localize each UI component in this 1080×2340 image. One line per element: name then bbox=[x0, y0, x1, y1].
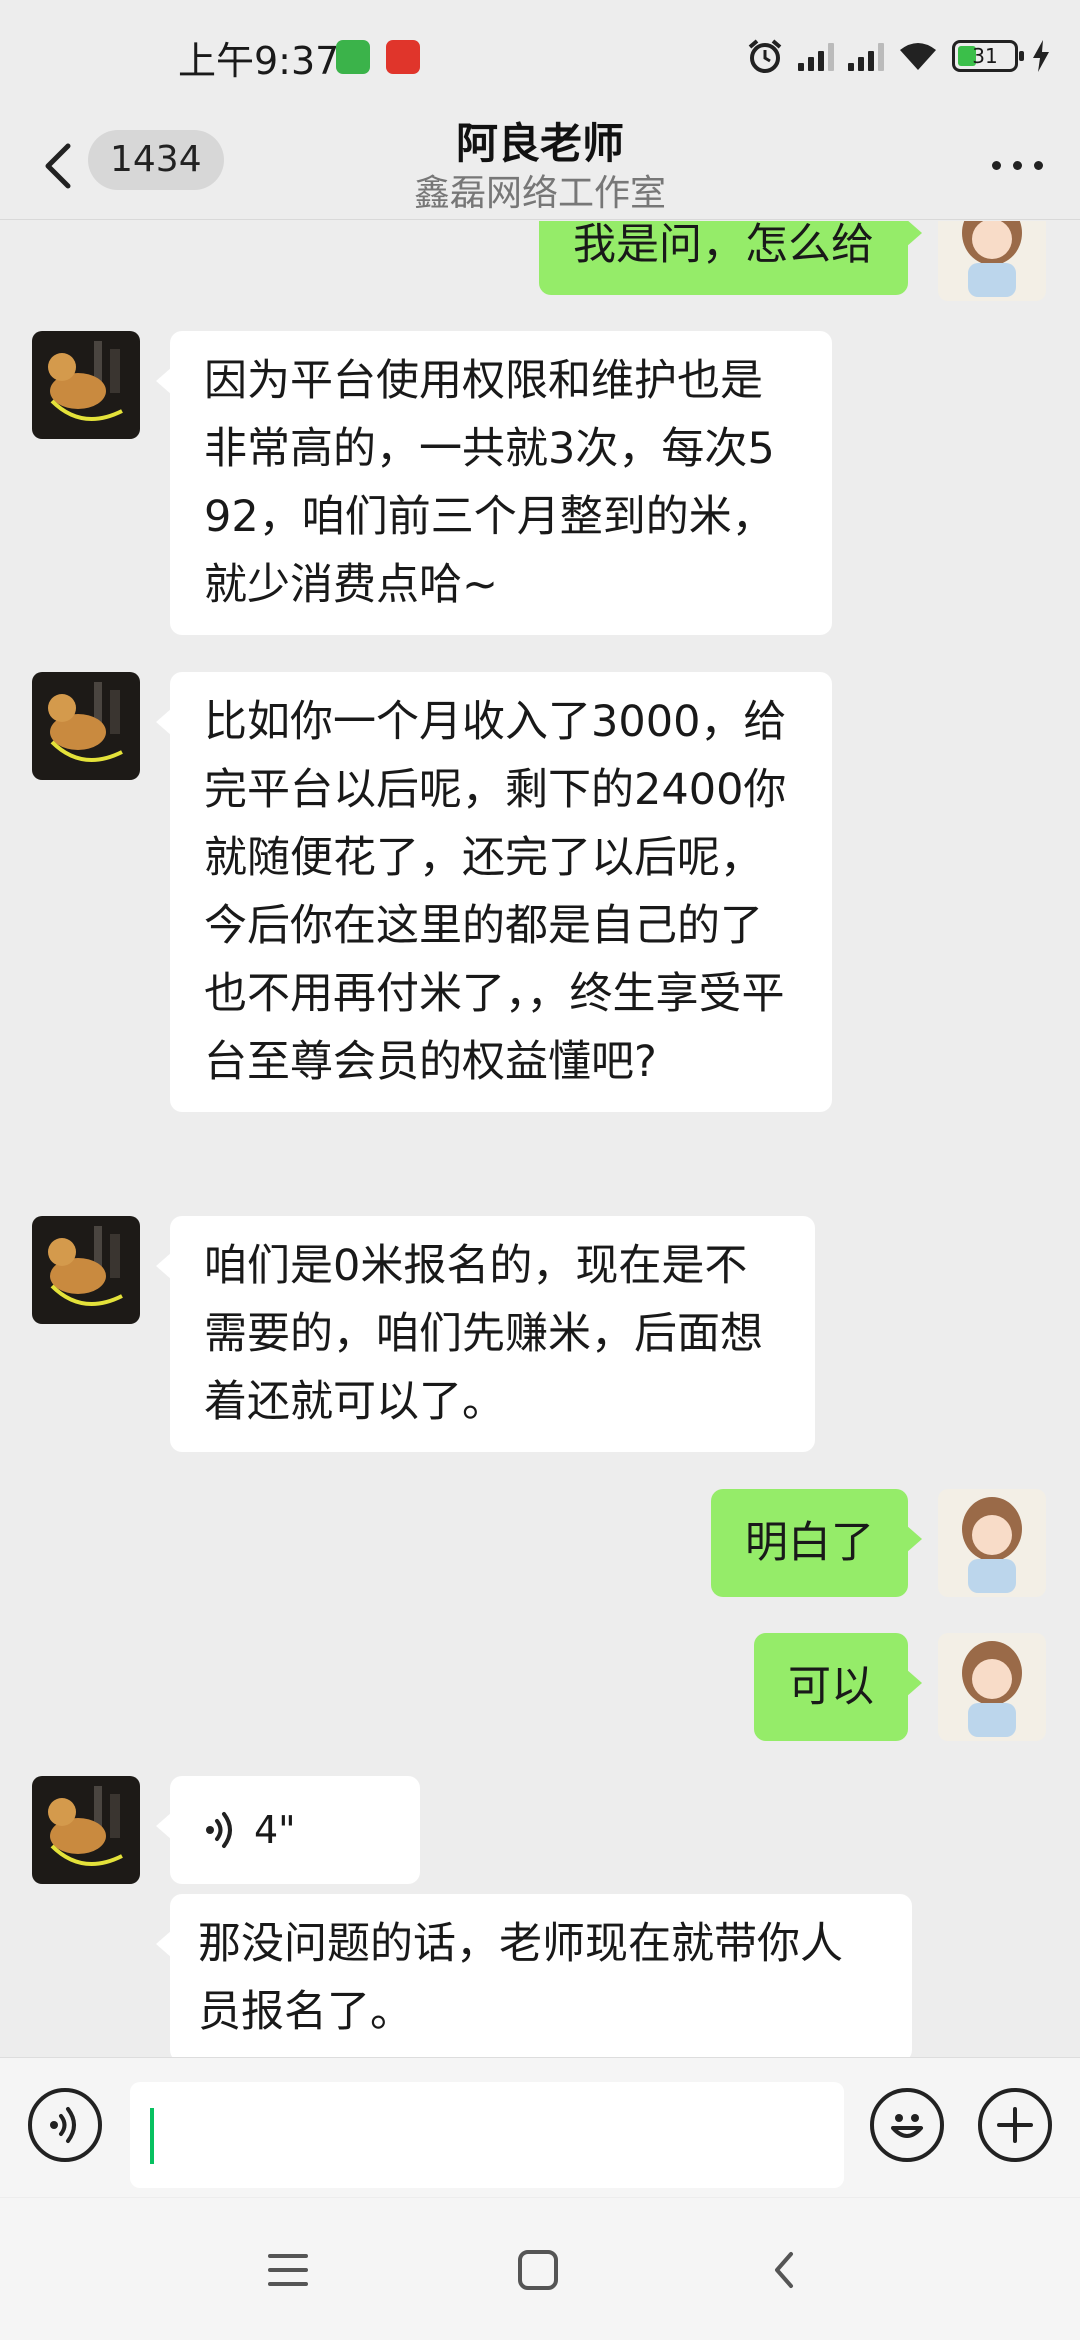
text-caret bbox=[150, 2108, 154, 2164]
contact-avatar[interactable] bbox=[32, 1216, 140, 1324]
voice-duration: 4" bbox=[254, 1808, 296, 1852]
app-notification-icon bbox=[336, 40, 370, 74]
message-list[interactable]: 我是问，怎么给 因为平台使用权限和维护也是非常高的，一共就3次，每次592，咱们… bbox=[0, 221, 1080, 2057]
contact-avatar[interactable] bbox=[32, 672, 140, 780]
message-bubble-incoming[interactable]: 咱们是0米报名的，现在是不需要的，咱们先赚米，后面想着还就可以了。 bbox=[156, 1216, 815, 1452]
contact-avatar[interactable] bbox=[32, 1776, 140, 1884]
message-bubble-outgoing[interactable]: 明白了 bbox=[711, 1489, 922, 1597]
status-icons: 31 bbox=[746, 34, 1050, 78]
back-icon bbox=[775, 2252, 793, 2288]
voice-message-bubble[interactable]: 4" bbox=[156, 1776, 420, 1884]
message-bubble-outgoing[interactable]: 我是问，怎么给 bbox=[539, 221, 922, 295]
input-bar bbox=[0, 2057, 1080, 2197]
voice-icon bbox=[50, 2107, 76, 2143]
charging-icon bbox=[1033, 40, 1049, 72]
more-options-button[interactable] bbox=[982, 140, 1052, 190]
chat-header: 1434 阿良老师 鑫磊网络工作室 bbox=[0, 110, 1080, 220]
signal-icon bbox=[848, 41, 884, 71]
my-avatar[interactable] bbox=[938, 221, 1046, 301]
emoji-button[interactable] bbox=[870, 2088, 944, 2162]
message-bubble-incoming[interactable]: 因为平台使用权限和维护也是非常高的，一共就3次，每次592，咱们前三个月整到的米… bbox=[156, 331, 832, 635]
system-back-button[interactable] bbox=[754, 2240, 814, 2300]
system-navigation-bar bbox=[0, 2198, 1080, 2340]
plus-icon bbox=[997, 2107, 1033, 2143]
chat-subtitle: 鑫磊网络工作室 bbox=[413, 173, 666, 214]
contact-avatar[interactable] bbox=[32, 331, 140, 439]
home-icon bbox=[518, 2250, 558, 2290]
recent-apps-button[interactable] bbox=[258, 2240, 318, 2300]
voice-wave-icon bbox=[206, 1812, 232, 1848]
alarm-icon bbox=[748, 39, 782, 73]
my-avatar[interactable] bbox=[938, 1489, 1046, 1597]
status-time: 上午9:37 bbox=[178, 39, 340, 83]
emoji-icon bbox=[891, 2114, 923, 2138]
signal-icon bbox=[798, 41, 834, 71]
message-input[interactable] bbox=[130, 2082, 844, 2188]
status-bar: 上午9:37 31 bbox=[0, 0, 1080, 110]
message-bubble-outgoing[interactable]: 可以 bbox=[754, 1633, 922, 1741]
message-bubble-incoming[interactable]: 比如你一个月收入了3000，给完平台以后呢，剩下的2400你就随便花了，还完了以… bbox=[156, 672, 832, 1112]
voice-input-button[interactable] bbox=[28, 2088, 102, 2162]
my-avatar[interactable] bbox=[938, 1633, 1046, 1741]
wifi-icon bbox=[900, 43, 936, 70]
more-dots-icon bbox=[991, 160, 1001, 170]
chat-title: 阿良老师 bbox=[455, 119, 624, 168]
battery-icon: 31 bbox=[952, 40, 1024, 72]
app-notification-icon bbox=[386, 40, 420, 74]
menu-icon bbox=[268, 2254, 308, 2286]
message-bubble-incoming[interactable]: 那没问题的话，老师现在就带你人员报名了。 bbox=[156, 1894, 912, 2057]
more-functions-button[interactable] bbox=[978, 2088, 1052, 2162]
battery-level: 31 bbox=[972, 44, 998, 68]
home-button[interactable] bbox=[508, 2240, 568, 2300]
